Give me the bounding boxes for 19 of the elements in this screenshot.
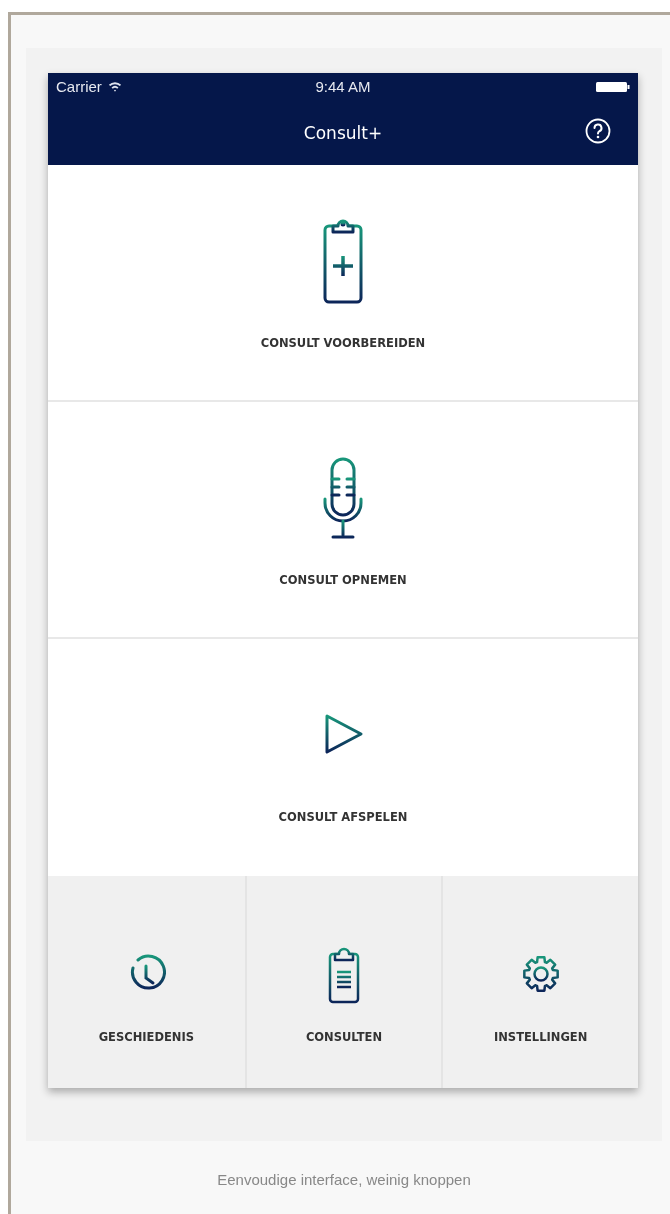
- help-icon[interactable]: [585, 118, 611, 144]
- tile-label: INSTELLINGEN: [493, 1030, 588, 1044]
- menu-tile[interactable]: GESCHIEDENIS: [48, 876, 245, 1088]
- menu-action[interactable]: CONSULT VOORBEREIDEN: [48, 165, 638, 402]
- image-caption: Eenvoudige interface, weinig knoppen: [216, 1171, 472, 1188]
- action-label: CONSULT VOORBEREIDEN: [260, 336, 426, 350]
- carrier-label: Carrier: [56, 78, 102, 95]
- battery-icon: [596, 81, 630, 92]
- menu-tile[interactable]: CONSULTEN: [244, 876, 442, 1088]
- menu-action[interactable]: CONSULT AFSPELEN: [48, 639, 638, 876]
- menu-action[interactable]: CONSULT OPNEMEN: [48, 402, 638, 639]
- action-label: CONSULT AFSPELEN: [278, 810, 408, 824]
- tile-label: CONSULTEN: [305, 1030, 383, 1044]
- menu-tile[interactable]: INSTELLINGEN: [441, 876, 638, 1088]
- wifi-icon: [107, 81, 122, 92]
- app-title: Consult+: [303, 122, 383, 143]
- tile-label: GESCHIEDENIS: [98, 1030, 194, 1044]
- action-label: CONSULT OPNEMEN: [279, 573, 407, 587]
- status-time: 9:44 AM: [315, 78, 371, 95]
